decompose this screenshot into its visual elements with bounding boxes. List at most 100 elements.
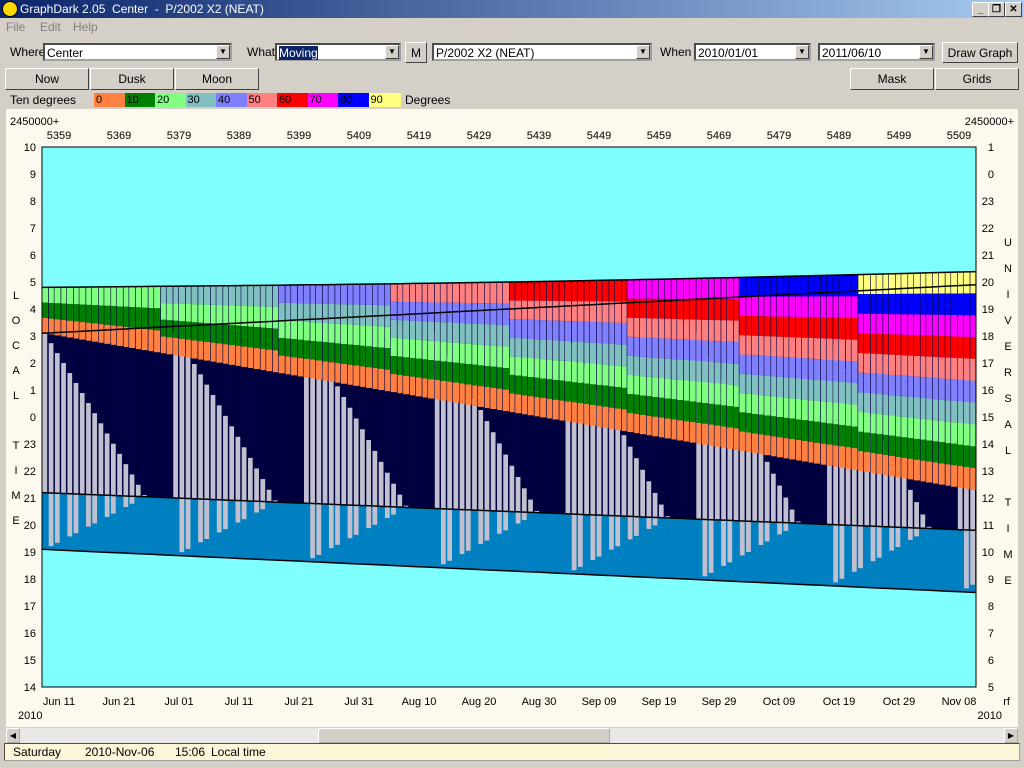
altitude-cell bbox=[228, 325, 236, 346]
altitude-cell bbox=[876, 434, 883, 455]
restore-button[interactable]: ❐ bbox=[988, 2, 1005, 17]
altitude-cell bbox=[477, 303, 485, 324]
altitude-cell bbox=[796, 398, 802, 420]
altitude-cell bbox=[926, 398, 933, 420]
graph-column bbox=[521, 281, 528, 572]
chevron-down-icon[interactable]: ▼ bbox=[216, 45, 230, 59]
right-axis-tick: 12 bbox=[982, 493, 994, 505]
altitude-cell bbox=[858, 294, 864, 314]
left-axis-tick: 4 bbox=[30, 304, 36, 316]
altitude-cell bbox=[739, 354, 746, 374]
altitude-cell bbox=[702, 298, 709, 320]
dusk-button[interactable]: Dusk bbox=[90, 68, 174, 90]
graph-column bbox=[228, 285, 236, 558]
menu-file[interactable]: File bbox=[6, 20, 25, 34]
altitude-cell bbox=[895, 334, 901, 356]
mask-button[interactable]: Mask bbox=[850, 68, 934, 90]
altitude-cell bbox=[173, 286, 179, 304]
altitude-cell bbox=[527, 357, 534, 378]
moon-cell bbox=[135, 484, 141, 497]
altitude-cell bbox=[584, 404, 590, 425]
bottom-axis-year: 2010 bbox=[18, 710, 42, 722]
now-button[interactable]: Now bbox=[5, 68, 89, 90]
date-to-select[interactable]: 2011/06/10 ▼ bbox=[818, 43, 935, 61]
altitude-cell bbox=[726, 277, 734, 300]
graph-column bbox=[627, 279, 634, 577]
twilight-cell bbox=[782, 522, 790, 584]
altitude-cell bbox=[166, 337, 173, 355]
menu-help[interactable]: Help bbox=[73, 20, 98, 34]
altitude-cell bbox=[814, 359, 821, 381]
close-button[interactable]: ✕ bbox=[1005, 2, 1022, 17]
altitude-cell bbox=[360, 325, 366, 346]
chevron-down-icon[interactable]: ▼ bbox=[919, 45, 933, 59]
menu-edit[interactable]: Edit bbox=[40, 20, 61, 34]
left-axis-title-letter: E bbox=[12, 515, 19, 527]
altitude-cell bbox=[403, 283, 410, 303]
date-from-select[interactable]: 2010/01/01 ▼ bbox=[694, 43, 811, 61]
twilight-cell bbox=[490, 510, 497, 571]
altitude-cell bbox=[203, 341, 211, 361]
left-axis-tick: 14 bbox=[24, 682, 36, 694]
altitude-cell bbox=[876, 414, 883, 435]
chevron-down-icon[interactable]: ▼ bbox=[795, 45, 809, 59]
moon-cell bbox=[360, 429, 365, 506]
altitude-cell bbox=[833, 445, 839, 467]
scroll-thumb[interactable] bbox=[318, 728, 610, 743]
altitude-cell bbox=[490, 282, 497, 304]
altitude-cell bbox=[627, 298, 634, 318]
legend-swatch: 40 bbox=[216, 93, 248, 107]
night-cell bbox=[147, 333, 155, 497]
graph-column bbox=[284, 285, 292, 561]
altitude-cell bbox=[920, 356, 926, 378]
scroll-right-icon[interactable]: ▶ bbox=[1004, 728, 1018, 743]
moon-cell bbox=[528, 499, 533, 513]
where-select[interactable]: Center ▼ bbox=[43, 43, 232, 61]
graph-column bbox=[814, 275, 821, 586]
altitude-cell bbox=[739, 296, 746, 316]
altitude-cell bbox=[808, 337, 814, 359]
graph-area[interactable]: 2450000+ 2450000+ 5359 5369 5379 5389 5399 5409… bbox=[6, 109, 1018, 727]
moon-cell bbox=[858, 525, 863, 569]
draw-graph-button[interactable]: Draw Graph bbox=[942, 42, 1018, 63]
altitude-cell bbox=[746, 277, 752, 297]
moon-cell bbox=[503, 454, 508, 512]
graph-column bbox=[857, 274, 865, 588]
object-select[interactable]: P/2002 X2 (NEAT) ▼ bbox=[432, 43, 652, 61]
altitude-cell bbox=[365, 367, 373, 388]
altitude-cell bbox=[789, 296, 796, 317]
minimize-button[interactable]: _ bbox=[972, 2, 989, 17]
altitude-cell bbox=[926, 356, 933, 378]
moon-cell bbox=[397, 494, 403, 508]
graph-column bbox=[782, 276, 790, 584]
altitude-cell bbox=[696, 298, 702, 320]
altitude-cell bbox=[66, 303, 74, 321]
altitude-cell bbox=[901, 293, 908, 315]
altitude-cell bbox=[739, 335, 746, 355]
what-select[interactable]: Moving ▼ bbox=[275, 43, 401, 61]
moon-cell bbox=[783, 522, 789, 531]
horizontal-scrollbar[interactable]: ◀ ▶ bbox=[6, 728, 1018, 743]
altitude-cell bbox=[235, 345, 241, 366]
moon-cell bbox=[634, 516, 639, 536]
altitude-cell bbox=[826, 275, 833, 297]
moon-button[interactable]: Moon bbox=[175, 68, 259, 90]
altitude-cell bbox=[365, 325, 373, 347]
graph-column bbox=[751, 277, 759, 583]
altitude-cell bbox=[98, 286, 104, 306]
altitude-cell bbox=[627, 279, 634, 299]
altitude-cell bbox=[796, 337, 802, 358]
scroll-left-icon[interactable]: ◀ bbox=[6, 728, 20, 743]
m-button[interactable]: M bbox=[405, 42, 427, 63]
moon-cell bbox=[571, 514, 577, 571]
chevron-down-icon[interactable]: ▼ bbox=[636, 45, 650, 59]
grids-button[interactable]: Grids bbox=[935, 68, 1019, 90]
altitude-cell bbox=[378, 347, 385, 369]
altitude-cell bbox=[235, 285, 241, 306]
altitude-cell bbox=[708, 340, 714, 362]
altitude-cell bbox=[652, 357, 659, 378]
altitude-cell bbox=[609, 322, 615, 344]
altitude-cell bbox=[315, 322, 323, 342]
chevron-down-icon[interactable]: ▼ bbox=[385, 45, 399, 59]
right-axis-title-letter: I bbox=[1006, 523, 1009, 535]
